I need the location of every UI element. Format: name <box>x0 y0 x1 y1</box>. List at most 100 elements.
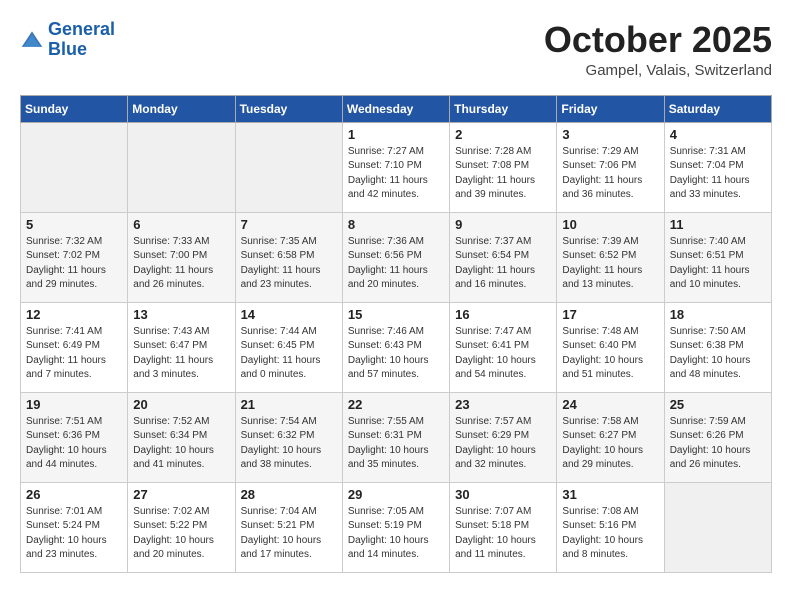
day-number: 17 <box>562 307 658 322</box>
day-number: 21 <box>241 397 337 412</box>
logo-line2: Blue <box>48 39 87 59</box>
calendar-cell: 28Sunrise: 7:04 AM Sunset: 5:21 PM Dayli… <box>235 482 342 572</box>
calendar-cell: 13 Sunrise: 7:43 AM Sunset: 6:47 PM Dayli… <box>128 302 235 392</box>
day-number: 8 <box>348 217 444 232</box>
day-number: 29 <box>348 487 444 502</box>
weekday-header: Sunday <box>21 95 128 122</box>
calendar-cell: 29 Sunrise: 7:05 AM Sunset: 5:19 PM Dayli… <box>342 482 449 572</box>
calendar-cell: 9 Sunrise: 7:37 AM Sunset: 6:54 PM Daylig… <box>450 212 557 302</box>
day-info: Sunrise: 7:54 AM Sunset: 6:32 PM Dayligh… <box>241 415 337 473</box>
day-info: Sunrise: 7:40 AM Sunset: 6:51 PM Dayligh… <box>670 235 766 293</box>
calendar-table: SundayMondayTuesdayWednesdayThursdayFrid… <box>20 95 772 573</box>
weekday-header: Thursday <box>450 95 557 122</box>
day-number: 18 <box>670 307 766 322</box>
location: Gampel, Valais, Switzerland <box>544 62 772 79</box>
day-info: Sunrise: 7:29 AM Sunset: 7:06 PM Dayligh… <box>562 145 658 203</box>
day-info: Sunrise: 7:07 AM Sunset: 5:18 PM Dayligh… <box>455 505 551 563</box>
calendar-cell: 26 Sunrise: 7:01 AM Sunset: 5:24 PM Dayli… <box>21 482 128 572</box>
day-number: 2 <box>455 127 551 142</box>
calendar-cell: 10Sunrise: 7:39 AM Sunset: 6:52 PM Dayli… <box>557 212 664 302</box>
day-info: Sunrise: 7:35 AM Sunset: 6:58 PM Dayligh… <box>241 235 337 293</box>
day-info: Sunrise: 7:47 AM Sunset: 6:41 PM Dayligh… <box>455 325 551 383</box>
month-title: October 2025 <box>544 20 772 60</box>
day-number: 12 <box>26 307 122 322</box>
calendar-cell <box>664 482 771 572</box>
day-number: 25 <box>670 397 766 412</box>
day-info: Sunrise: 7:02 AM Sunset: 5:22 PM Dayligh… <box>133 505 229 563</box>
day-number: 3 <box>562 127 658 142</box>
day-info: Sunrise: 7:31 AM Sunset: 7:04 PM Dayligh… <box>670 145 766 203</box>
day-info: Sunrise: 7:43 AM Sunset: 6:47 PM Dayligh… <box>133 325 229 383</box>
calendar-cell: 17 Sunrise: 7:48 AM Sunset: 6:40 PM Dayli… <box>557 302 664 392</box>
day-info: Sunrise: 7:55 AM Sunset: 6:31 PM Dayligh… <box>348 415 444 473</box>
calendar-cell <box>235 122 342 212</box>
calendar-cell: 22Sunrise: 7:55 AM Sunset: 6:31 PM Dayli… <box>342 392 449 482</box>
calendar-header-row: SundayMondayTuesdayWednesdayThursdayFrid… <box>21 95 772 122</box>
logo-text: General Blue <box>48 20 115 60</box>
calendar-cell <box>128 122 235 212</box>
day-number: 13 <box>133 307 229 322</box>
weekday-header: Saturday <box>664 95 771 122</box>
calendar-cell: 12 Sunrise: 7:41 AM Sunset: 6:49 PM Dayli… <box>21 302 128 392</box>
calendar-week-row: 1 Sunrise: 7:27 AM Sunset: 7:10 PM Daylig… <box>21 122 772 212</box>
day-number: 11 <box>670 217 766 232</box>
day-number: 20 <box>133 397 229 412</box>
day-number: 1 <box>348 127 444 142</box>
calendar-cell: 15Sunrise: 7:46 AM Sunset: 6:43 PM Dayli… <box>342 302 449 392</box>
calendar-week-row: 19 Sunrise: 7:51 AM Sunset: 6:36 PM Dayli… <box>21 392 772 482</box>
calendar-cell: 31 Sunrise: 7:08 AM Sunset: 5:16 PM Dayli… <box>557 482 664 572</box>
logo-line1: General <box>48 19 115 39</box>
day-number: 31 <box>562 487 658 502</box>
day-number: 27 <box>133 487 229 502</box>
weekday-header: Wednesday <box>342 95 449 122</box>
weekday-header: Tuesday <box>235 95 342 122</box>
calendar-cell: 14Sunrise: 7:44 AM Sunset: 6:45 PM Dayli… <box>235 302 342 392</box>
calendar-cell: 5Sunrise: 7:32 AM Sunset: 7:02 PM Daylig… <box>21 212 128 302</box>
calendar-cell: 1 Sunrise: 7:27 AM Sunset: 7:10 PM Daylig… <box>342 122 449 212</box>
day-number: 16 <box>455 307 551 322</box>
weekday-header: Monday <box>128 95 235 122</box>
page-header: General Blue October 2025 Gampel, Valais… <box>20 20 772 79</box>
weekday-header: Friday <box>557 95 664 122</box>
day-info: Sunrise: 7:41 AM Sunset: 6:49 PM Dayligh… <box>26 325 122 383</box>
calendar-cell: 24Sunrise: 7:58 AM Sunset: 6:27 PM Dayli… <box>557 392 664 482</box>
logo-icon <box>20 28 44 52</box>
day-info: Sunrise: 7:01 AM Sunset: 5:24 PM Dayligh… <box>26 505 122 563</box>
day-number: 28 <box>241 487 337 502</box>
day-info: Sunrise: 7:27 AM Sunset: 7:10 PM Dayligh… <box>348 145 444 203</box>
day-info: Sunrise: 7:44 AM Sunset: 6:45 PM Dayligh… <box>241 325 337 383</box>
day-info: Sunrise: 7:37 AM Sunset: 6:54 PM Dayligh… <box>455 235 551 293</box>
calendar-cell: 8 Sunrise: 7:36 AM Sunset: 6:56 PM Daylig… <box>342 212 449 302</box>
calendar-cell: 27 Sunrise: 7:02 AM Sunset: 5:22 PM Dayli… <box>128 482 235 572</box>
day-info: Sunrise: 7:51 AM Sunset: 6:36 PM Dayligh… <box>26 415 122 473</box>
day-number: 30 <box>455 487 551 502</box>
calendar-cell: 11 Sunrise: 7:40 AM Sunset: 6:51 PM Dayli… <box>664 212 771 302</box>
day-info: Sunrise: 7:08 AM Sunset: 5:16 PM Dayligh… <box>562 505 658 563</box>
calendar-cell: 23Sunrise: 7:57 AM Sunset: 6:29 PM Dayli… <box>450 392 557 482</box>
day-number: 9 <box>455 217 551 232</box>
day-info: Sunrise: 7:05 AM Sunset: 5:19 PM Dayligh… <box>348 505 444 563</box>
day-number: 23 <box>455 397 551 412</box>
calendar-week-row: 12 Sunrise: 7:41 AM Sunset: 6:49 PM Dayli… <box>21 302 772 392</box>
calendar-cell: 2 Sunrise: 7:28 AM Sunset: 7:08 PM Daylig… <box>450 122 557 212</box>
day-number: 19 <box>26 397 122 412</box>
day-info: Sunrise: 7:46 AM Sunset: 6:43 PM Dayligh… <box>348 325 444 383</box>
calendar-cell: 6Sunrise: 7:33 AM Sunset: 7:00 PM Daylig… <box>128 212 235 302</box>
day-number: 7 <box>241 217 337 232</box>
calendar-cell: 4 Sunrise: 7:31 AM Sunset: 7:04 PM Daylig… <box>664 122 771 212</box>
calendar-cell: 18Sunrise: 7:50 AM Sunset: 6:38 PM Dayli… <box>664 302 771 392</box>
day-info: Sunrise: 7:36 AM Sunset: 6:56 PM Dayligh… <box>348 235 444 293</box>
calendar-cell: 19 Sunrise: 7:51 AM Sunset: 6:36 PM Dayli… <box>21 392 128 482</box>
day-info: Sunrise: 7:48 AM Sunset: 6:40 PM Dayligh… <box>562 325 658 383</box>
day-number: 4 <box>670 127 766 142</box>
calendar-cell: 30 Sunrise: 7:07 AM Sunset: 5:18 PM Dayli… <box>450 482 557 572</box>
day-info: Sunrise: 7:28 AM Sunset: 7:08 PM Dayligh… <box>455 145 551 203</box>
day-number: 26 <box>26 487 122 502</box>
calendar-week-row: 5Sunrise: 7:32 AM Sunset: 7:02 PM Daylig… <box>21 212 772 302</box>
calendar-week-row: 26 Sunrise: 7:01 AM Sunset: 5:24 PM Dayli… <box>21 482 772 572</box>
day-info: Sunrise: 7:33 AM Sunset: 7:00 PM Dayligh… <box>133 235 229 293</box>
title-block: October 2025 Gampel, Valais, Switzerland <box>544 20 772 79</box>
calendar-cell: 7 Sunrise: 7:35 AM Sunset: 6:58 PM Daylig… <box>235 212 342 302</box>
day-number: 10 <box>562 217 658 232</box>
calendar-cell: 20Sunrise: 7:52 AM Sunset: 6:34 PM Dayli… <box>128 392 235 482</box>
